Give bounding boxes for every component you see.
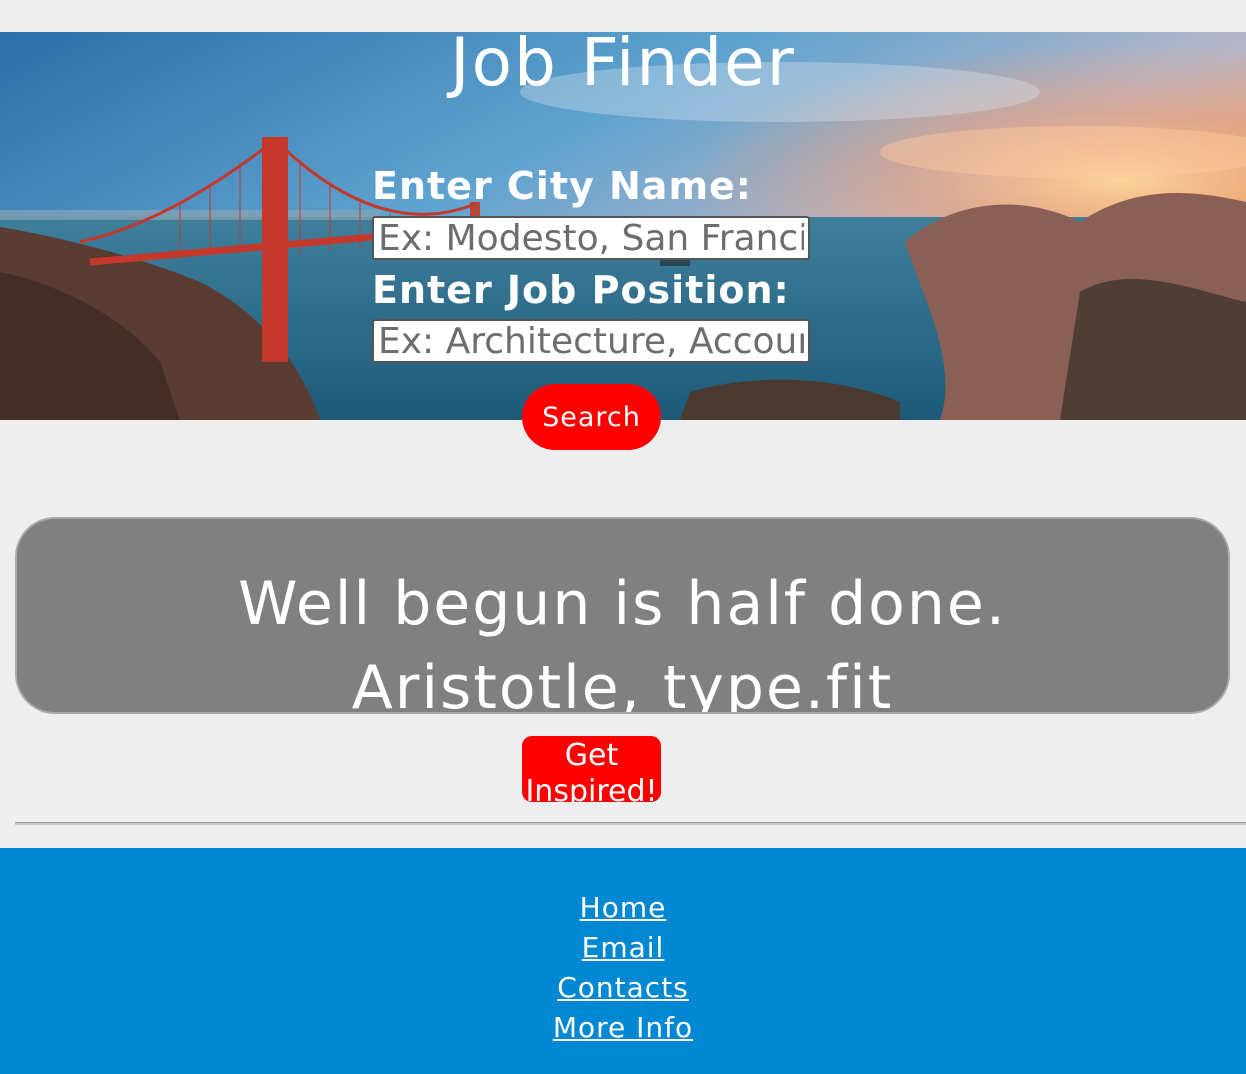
- city-input[interactable]: [372, 216, 810, 260]
- footer-nav: Home Email Contacts More Info: [0, 888, 1246, 1048]
- footer-link-home[interactable]: Home: [580, 891, 667, 924]
- page-title: Job Finder: [450, 32, 796, 101]
- quote-author: Aristotle, type.fit: [351, 653, 894, 714]
- footer: Home Email Contacts More Info: [0, 848, 1246, 1074]
- quote-text: Well begun is half done.: [238, 569, 1007, 639]
- job-position-label: Enter Job Position:: [372, 268, 790, 312]
- city-label: Enter City Name:: [372, 164, 753, 208]
- hero-banner: Job Finder Enter City Name: Enter Job Po…: [0, 32, 1246, 420]
- footer-link-email[interactable]: Email: [582, 931, 665, 964]
- footer-link-more-info[interactable]: More Info: [553, 1011, 693, 1044]
- quote-box: Well begun is half done. Aristotle, type…: [15, 517, 1230, 714]
- job-position-input[interactable]: [372, 319, 810, 363]
- get-inspired-button[interactable]: Get Inspired!: [522, 736, 661, 802]
- divider: [15, 822, 1246, 825]
- search-button[interactable]: Search: [522, 384, 661, 450]
- footer-link-contacts[interactable]: Contacts: [557, 971, 689, 1004]
